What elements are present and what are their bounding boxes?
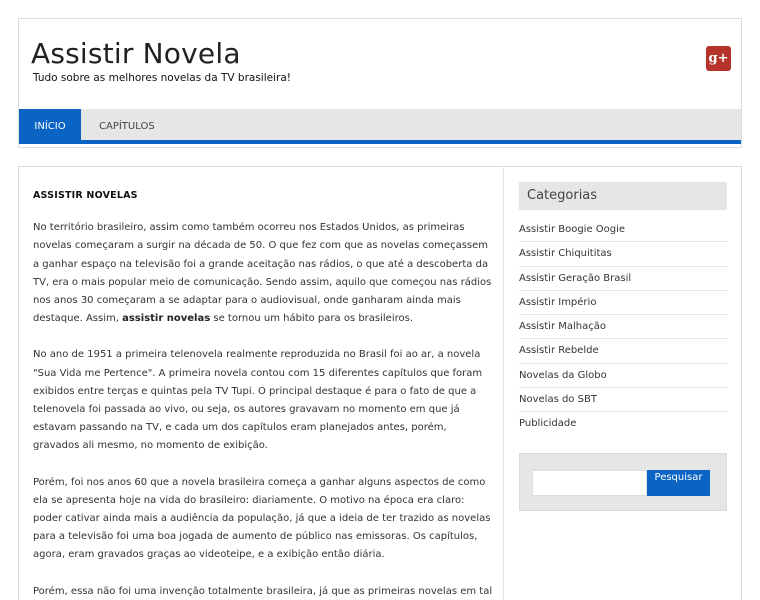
category-link[interactable]: Assistir Império [519, 291, 727, 316]
categories-list: Assistir Boogie Oogie Assistir Chiquitit… [519, 218, 727, 437]
site-title[interactable]: Assistir Novela [31, 37, 241, 70]
article-paragraph: Porém, foi nos anos 60 que a novela bras… [33, 476, 491, 561]
content-area: ASSISTIR NOVELAS No território brasileir… [18, 166, 742, 600]
article: ASSISTIR NOVELAS No território brasileir… [33, 187, 493, 600]
paragraph-text: No território brasileiro, assim como tam… [33, 222, 492, 325]
paragraph-text: se tornou um hábito para os brasileiros. [213, 313, 414, 325]
site-tagline: Tudo sobre as melhores novelas da TV bra… [33, 72, 291, 84]
google-plus-icon[interactable]: g+ [706, 46, 731, 71]
site-header: Assistir Novela Tudo sobre as melhores n… [18, 18, 742, 148]
category-link[interactable]: Assistir Boogie Oogie [519, 218, 727, 243]
column-divider [503, 167, 504, 600]
search-input[interactable] [532, 469, 647, 496]
main-navigation: INÍCIO CAPÍTULOS [19, 109, 741, 144]
sidebar: Categorias Assistir Boogie Oogie Assisti… [519, 182, 727, 511]
category-link[interactable]: Novelas do SBT [519, 388, 727, 413]
article-paragraph: No ano de 1951 a primeira telenovela rea… [33, 349, 483, 452]
search-widget: Pesquisar [519, 452, 727, 511]
article-paragraph: Porém, essa não foi uma invenção totalme… [33, 585, 493, 597]
category-link[interactable]: Novelas da Globo [519, 364, 727, 389]
nav-item-capitulos[interactable]: CAPÍTULOS [99, 109, 155, 144]
categories-title: Categorias [519, 182, 727, 210]
category-link[interactable]: Assistir Chiquititas [519, 242, 727, 267]
category-link[interactable]: Assistir Malhação [519, 315, 727, 340]
article-paragraph: No território brasileiro, assim como tam… [33, 219, 493, 328]
bold-link-assistir-novelas[interactable]: assistir novelas [122, 313, 210, 324]
search-button[interactable]: Pesquisar [647, 469, 710, 496]
article-title: ASSISTIR NOVELAS [33, 190, 138, 201]
category-link[interactable]: Assistir Geração Brasil [519, 267, 727, 291]
category-link[interactable]: Publicidade [519, 412, 727, 436]
category-link[interactable]: Assistir Rebelde [519, 339, 727, 364]
nav-item-inicio[interactable]: INÍCIO [19, 109, 81, 144]
